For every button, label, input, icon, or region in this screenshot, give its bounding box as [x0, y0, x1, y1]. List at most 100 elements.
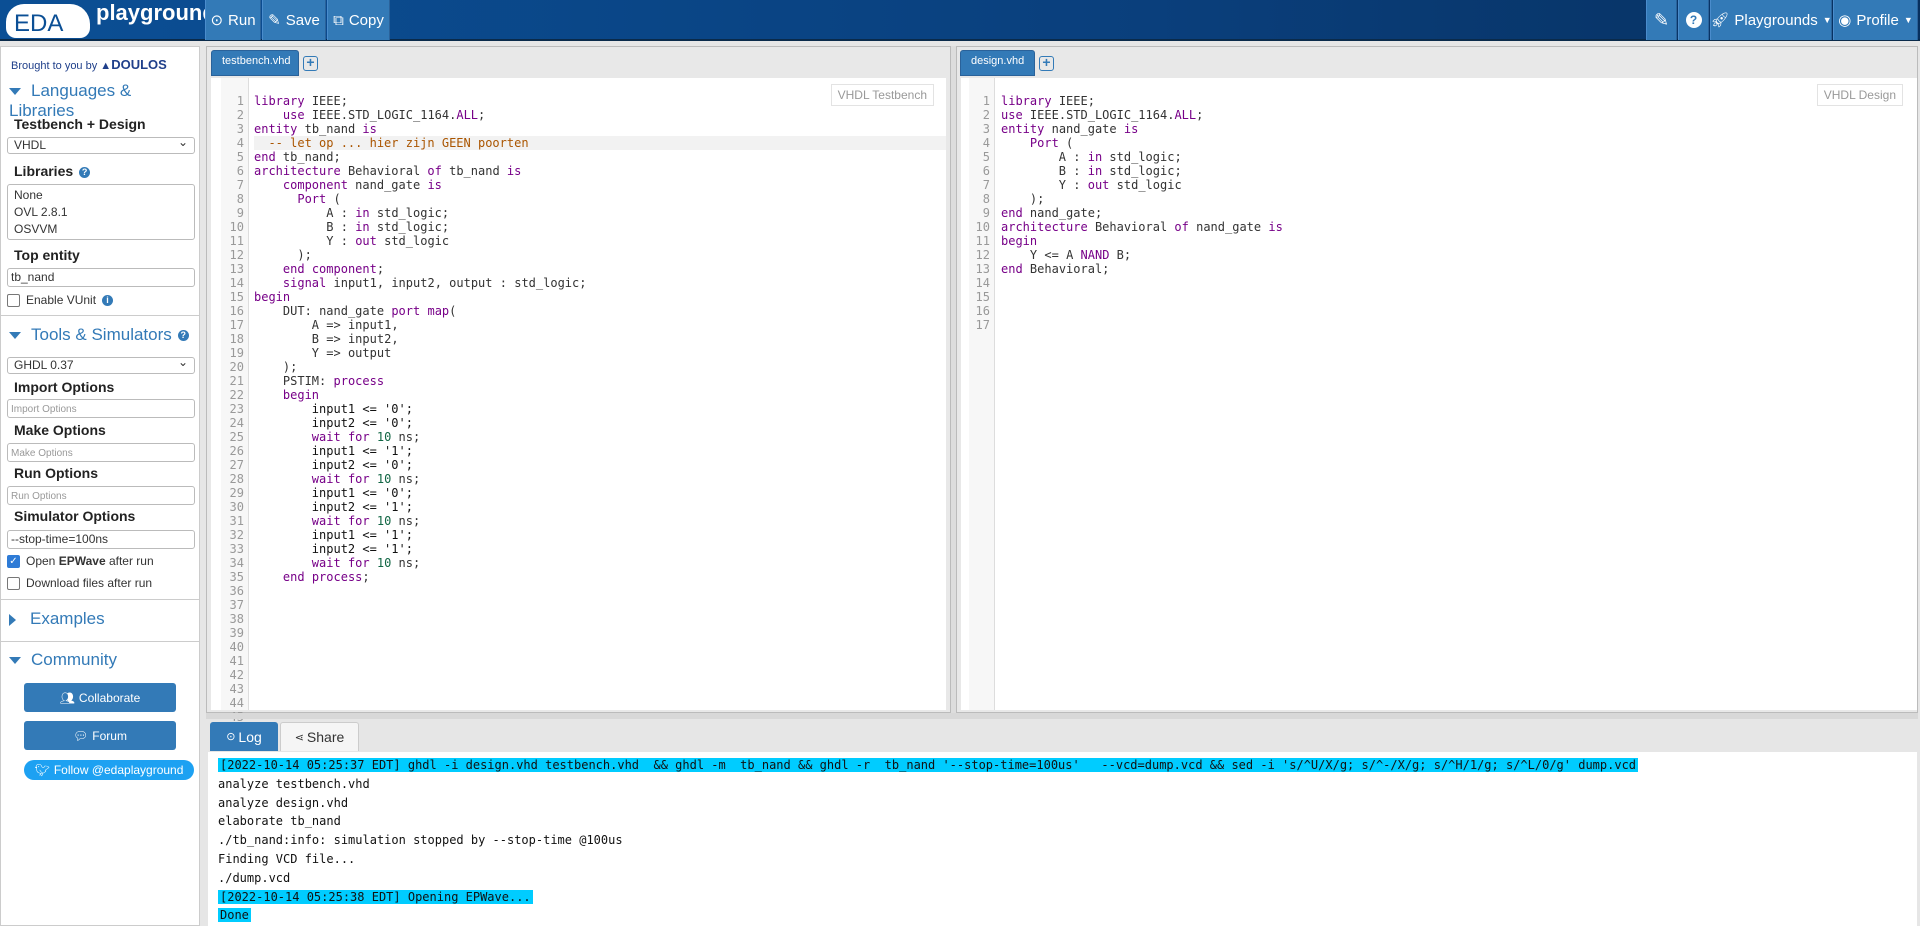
- code-line[interactable]: entity nand_gate is: [1001, 122, 1917, 136]
- line-number: 40: [229, 640, 244, 654]
- line-number: 9: [982, 206, 990, 220]
- tools-simulators-section[interactable]: Tools & Simulators?: [9, 325, 189, 345]
- code-line[interactable]: begin: [1001, 234, 1917, 248]
- code-line[interactable]: architecture Behavioral of nand_gate is: [1001, 220, 1917, 234]
- code-line[interactable]: );: [1001, 192, 1917, 206]
- import-options-input[interactable]: Import Options: [7, 399, 195, 418]
- share-icon: ⋖: [294, 731, 304, 744]
- languages-libraries-section[interactable]: Languages & Libraries: [9, 81, 199, 121]
- code-line[interactable]: );: [254, 360, 946, 374]
- add-file-icon[interactable]: +: [303, 55, 318, 71]
- code-line[interactable]: component nand_gate is: [254, 178, 946, 192]
- libraries-listbox[interactable]: None OVL 2.8.1 OSVVM: [7, 184, 195, 240]
- help-icon[interactable]: ?: [177, 330, 189, 342]
- code-line[interactable]: wait for 10 ns;: [254, 472, 946, 486]
- code-line[interactable]: architecture Behavioral of tb_nand is: [254, 164, 946, 178]
- playgrounds-dropdown[interactable]: 🚀︎ Playgrounds ▼: [1710, 0, 1832, 40]
- code-line[interactable]: Y : out std_logic: [254, 234, 946, 248]
- code-line[interactable]: input2 <= '0';: [254, 458, 946, 472]
- simulator-options-input[interactable]: --stop-time=100ns: [7, 530, 195, 549]
- code-line[interactable]: input1 <= '1';: [254, 444, 946, 458]
- code-line[interactable]: wait for 10 ns;: [254, 430, 946, 444]
- code-line[interactable]: end tb_nand;: [254, 150, 946, 164]
- code-line[interactable]: end nand_gate;: [1001, 206, 1917, 220]
- code-line[interactable]: B => input2,: [254, 332, 946, 346]
- library-option[interactable]: None: [14, 187, 188, 204]
- code-line[interactable]: wait for 10 ns;: [254, 514, 946, 528]
- code-text[interactable]: library IEEE; use IEEE.STD_LOGIC_1164.ALL…: [1001, 94, 1917, 276]
- tab-testbench[interactable]: testbench.vhd: [211, 50, 299, 76]
- code-line[interactable]: use IEEE.STD_LOGIC_1164.ALL;: [254, 108, 946, 122]
- community-section[interactable]: Community: [9, 650, 117, 670]
- code-line[interactable]: begin: [254, 290, 946, 304]
- simulator-select[interactable]: GHDL 0.37: [7, 355, 195, 374]
- code-line[interactable]: Y <= A NAND B;: [1001, 248, 1917, 262]
- examples-section[interactable]: Examples: [9, 609, 105, 629]
- brought-by[interactable]: Brought to you by ▲DOULOS: [11, 57, 167, 72]
- code-line[interactable]: Y => output: [254, 346, 946, 360]
- help-icon[interactable]: ?: [79, 166, 91, 178]
- code-line[interactable]: );: [254, 248, 946, 262]
- code-line[interactable]: library IEEE;: [1001, 94, 1917, 108]
- code-line[interactable]: Port (: [254, 192, 946, 206]
- collaborate-button[interactable]: 👥︎ Collaborate: [24, 683, 176, 712]
- code-line[interactable]: input1 <= '0';: [254, 486, 946, 500]
- tab-share[interactable]: ⋖ Share: [280, 722, 359, 751]
- download-files-checkbox[interactable]: [7, 577, 20, 591]
- library-option[interactable]: OSVVM: [14, 221, 188, 238]
- open-epwave-option[interactable]: ✓ Open EPWave after run: [7, 554, 154, 569]
- forum-button[interactable]: 💬︎ Forum: [24, 721, 176, 750]
- code-line[interactable]: PSTIM: process: [254, 374, 946, 388]
- run-button[interactable]: ⊙ Run: [205, 0, 261, 40]
- profile-dropdown[interactable]: ◉ Profile ▼: [1833, 0, 1918, 40]
- tab-design[interactable]: design.vhd: [960, 50, 1035, 76]
- enable-vunit-checkbox[interactable]: [7, 294, 20, 308]
- code-line[interactable]: end Behavioral;: [1001, 262, 1917, 276]
- code-line[interactable]: signal input1, input2, output : std_logi…: [254, 276, 946, 290]
- enable-vunit-option[interactable]: Enable VUnit i: [7, 293, 114, 308]
- library-option[interactable]: OVL 2.8.1: [14, 204, 188, 221]
- code-line[interactable]: input1 <= '0';: [254, 402, 946, 416]
- code-line[interactable]: wait for 10 ns;: [254, 556, 946, 570]
- code-line[interactable]: use IEEE.STD_LOGIC_1164.ALL;: [1001, 108, 1917, 122]
- code-line[interactable]: entity tb_nand is: [254, 122, 946, 136]
- copy-button[interactable]: ⧉ Copy: [327, 0, 390, 40]
- line-number: 3: [982, 122, 990, 136]
- code-line[interactable]: Port (: [1001, 136, 1917, 150]
- code-line[interactable]: input2 <= '0';: [254, 416, 946, 430]
- run-options-input[interactable]: Run Options: [7, 486, 195, 505]
- log-line: analyze design.vhd: [218, 794, 348, 812]
- code-line[interactable]: input1 <= '1';: [254, 528, 946, 542]
- code-line[interactable]: B : in std_logic;: [1001, 164, 1917, 178]
- add-file-icon[interactable]: +: [1039, 55, 1054, 71]
- design-editor[interactable]: 1 2 3 4 5 6 7 8 9 10 11 12 13 14 15 16 17 library IEEE; u…: [961, 78, 1917, 710]
- code-line[interactable]: input2 <= '1';: [254, 500, 946, 514]
- code-line[interactable]: -- let op ... hier zijn GEEN poorten: [254, 136, 946, 150]
- follow-twitter-button[interactable]: 🐦︎ Follow @edaplayground: [24, 760, 194, 780]
- code-line[interactable]: end process;: [254, 570, 946, 584]
- language-select[interactable]: VHDL: [7, 135, 195, 154]
- line-number: 7: [982, 178, 990, 192]
- code-line[interactable]: begin: [254, 388, 946, 402]
- code-line[interactable]: Y : out std_logic: [1001, 178, 1917, 192]
- make-options-input[interactable]: Make Options: [7, 443, 195, 462]
- info-icon[interactable]: i: [102, 295, 114, 307]
- save-button[interactable]: ✎ Save: [262, 0, 326, 40]
- line-number: 32: [229, 528, 244, 542]
- download-files-option[interactable]: Download files after run: [7, 576, 152, 591]
- code-line[interactable]: A => input1,: [254, 318, 946, 332]
- code-line[interactable]: input2 <= '1';: [254, 542, 946, 556]
- code-line[interactable]: B : in std_logic;: [254, 220, 946, 234]
- testbench-editor[interactable]: 1 2 3 4 5 6 7 8 9 10 11 12 13 14 15 16 17 18 19 20 21 22 23 24 2…: [211, 78, 946, 724]
- tab-log[interactable]: ⊙ Log: [210, 722, 278, 751]
- top-entity-input[interactable]: tb_nand: [7, 268, 195, 287]
- edit-button[interactable]: ✎: [1646, 0, 1677, 40]
- code-line[interactable]: DUT: nand_gate port map(: [254, 304, 946, 318]
- horizontal-splitter[interactable]: [206, 713, 1918, 719]
- code-text[interactable]: library IEEE; use IEEE.STD_LOGIC_1164.AL…: [254, 94, 946, 584]
- code-line[interactable]: end component;: [254, 262, 946, 276]
- open-epwave-checkbox[interactable]: ✓: [7, 555, 20, 569]
- code-line[interactable]: A : in std_logic;: [254, 206, 946, 220]
- code-line[interactable]: A : in std_logic;: [1001, 150, 1917, 164]
- help-button[interactable]: ?: [1678, 0, 1709, 40]
